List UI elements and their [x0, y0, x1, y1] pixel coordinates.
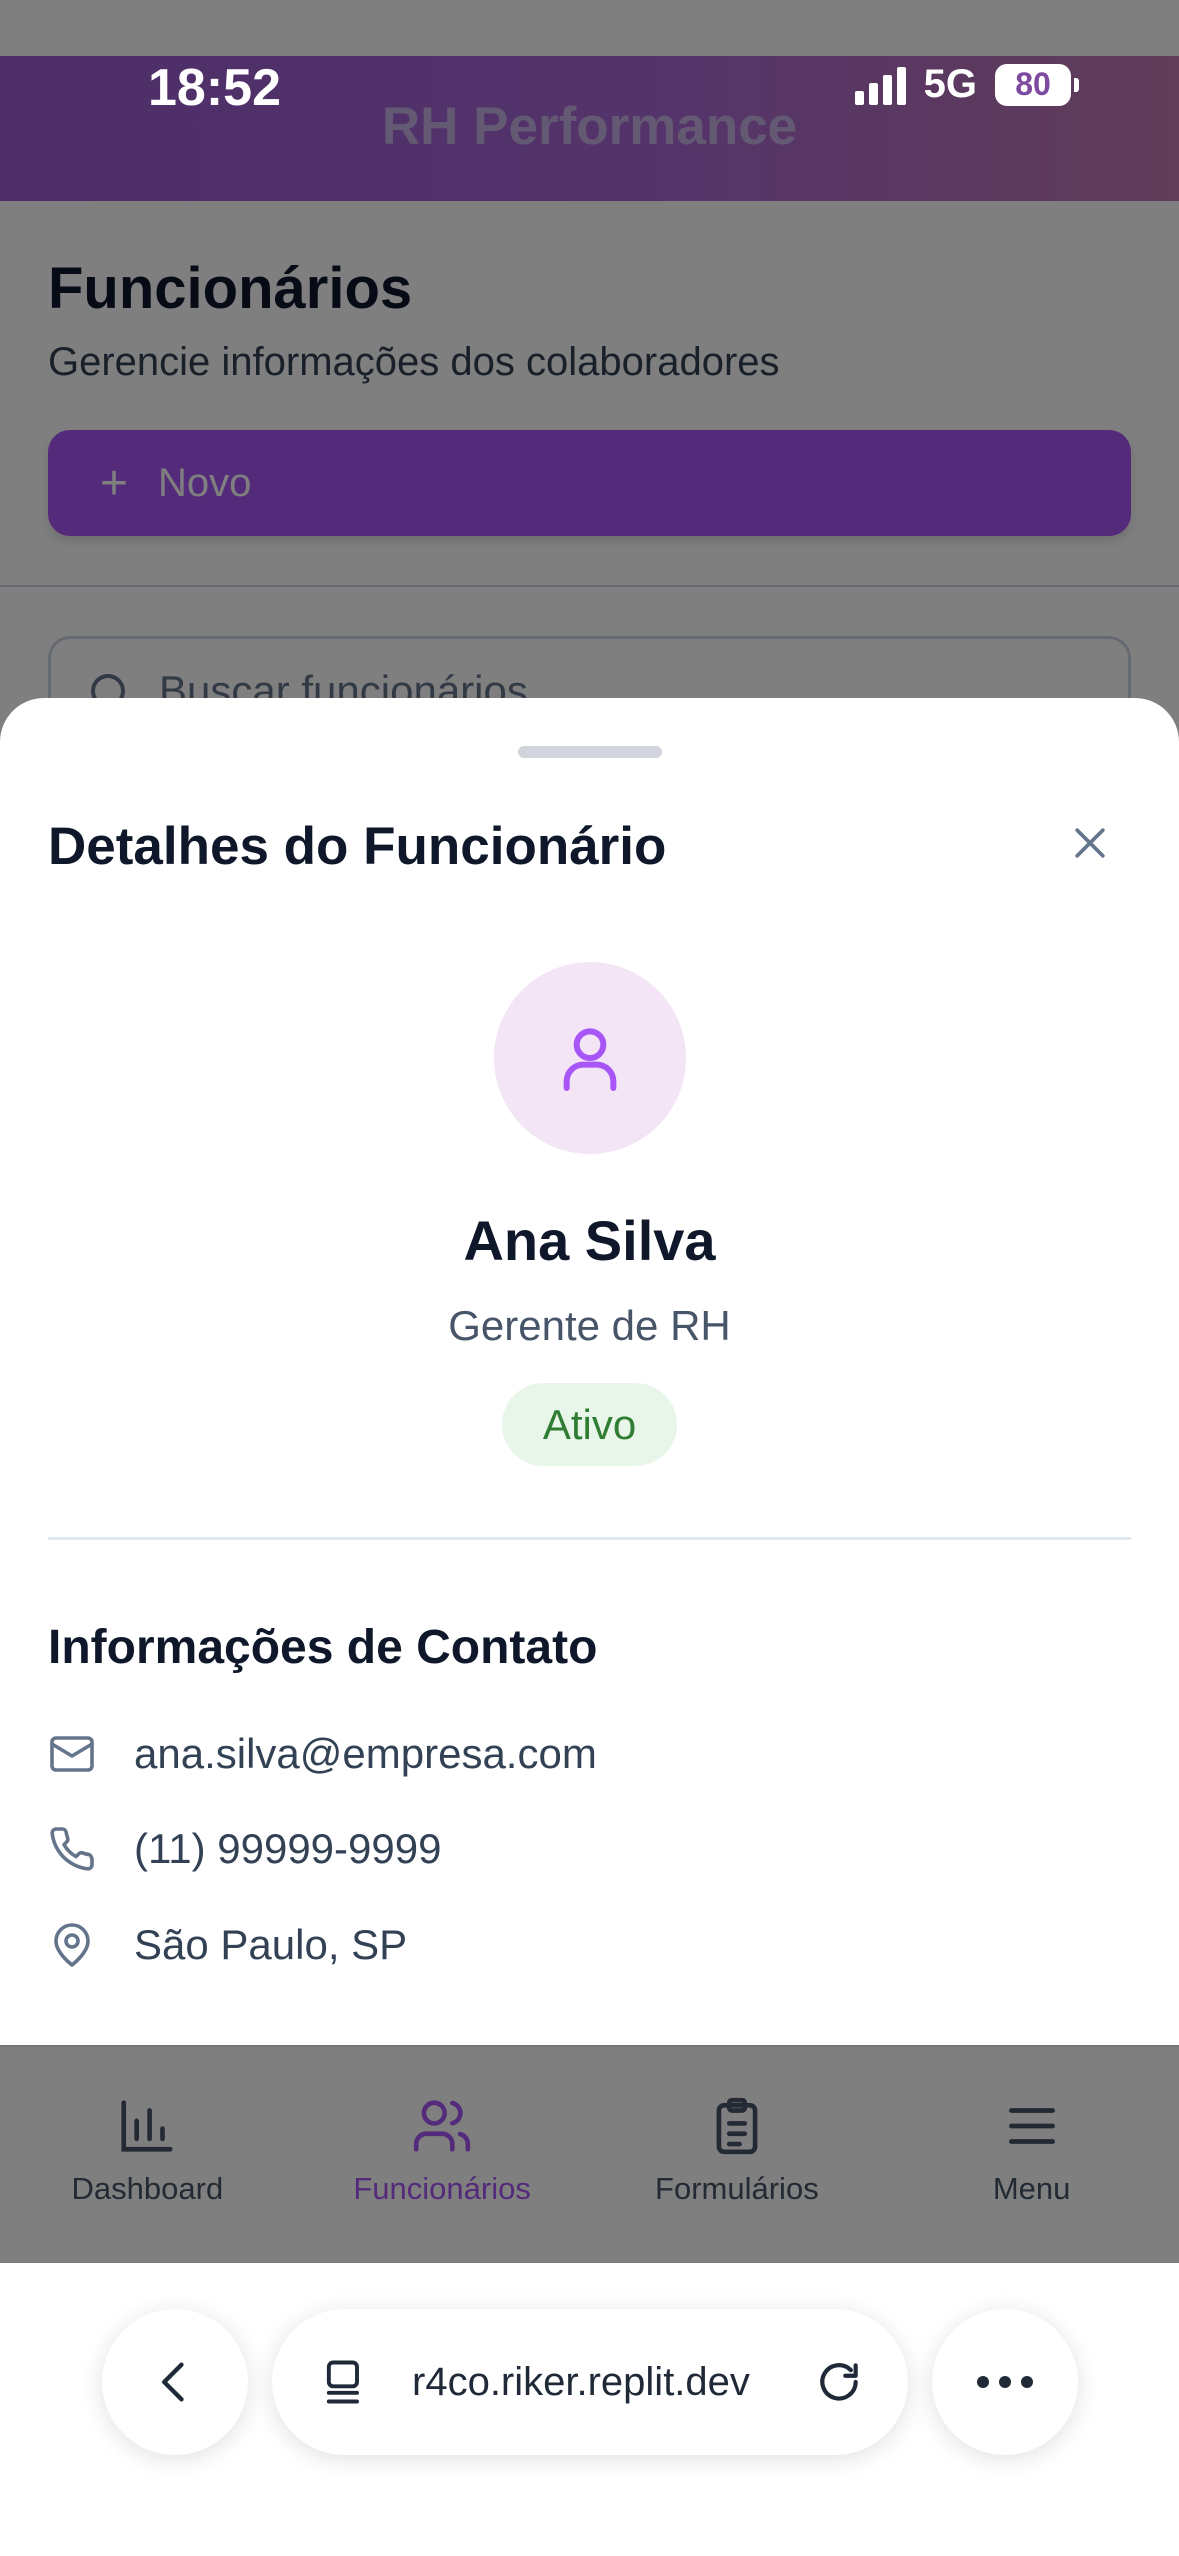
sheet-title: Detalhes do Funcionário	[48, 817, 667, 876]
email-value: ana.silva@empresa.com	[134, 1730, 597, 1777]
location-value: São Paulo, SP	[134, 1921, 408, 1968]
phone-icon	[50, 1827, 94, 1871]
address-bar[interactable]: r4co.riker.replit.dev	[272, 2309, 908, 2455]
close-button[interactable]	[1060, 813, 1120, 873]
more-options-button[interactable]	[932, 2309, 1078, 2455]
status-time: 18:52	[148, 59, 281, 117]
browser-toolbar: r4co.riker.replit.dev	[0, 2263, 1179, 2556]
reload-icon[interactable]	[814, 2357, 864, 2407]
contact-email[interactable]: ana.silva@empresa.com	[48, 1730, 597, 1778]
employee-details-sheet: Detalhes do Funcionário Ana Silva Gerent…	[0, 698, 1179, 2045]
contact-phone[interactable]: (11) 99999-9999	[48, 1825, 441, 1873]
ellipsis-icon	[977, 2376, 1033, 2388]
battery-level: 80	[995, 63, 1071, 106]
phone-value: (11) 99999-9999	[134, 1825, 442, 1872]
network-label: 5G	[923, 62, 977, 106]
sheet-drag-handle[interactable]	[518, 746, 662, 758]
battery-icon: 80	[995, 63, 1079, 106]
back-button[interactable]	[102, 2309, 248, 2455]
user-icon	[563, 1028, 617, 1091]
contact-section-title: Informações de Contato	[48, 1621, 598, 1674]
tab-overview-icon	[326, 2360, 359, 2404]
mail-icon	[50, 1736, 94, 1772]
employee-role: Gerente de RH	[448, 1302, 731, 1349]
map-pin-icon	[54, 1923, 90, 1967]
contact-location: São Paulo, SP	[48, 1921, 407, 1969]
employee-name: Ana Silva	[463, 1209, 716, 1272]
status-badge: Ativo	[502, 1383, 677, 1466]
chevron-left-icon	[162, 2362, 184, 2402]
url-text: r4co.riker.replit.dev	[412, 2359, 750, 2404]
signal-icon	[854, 65, 906, 105]
close-icon	[1075, 828, 1105, 858]
divider	[48, 1537, 1131, 1540]
avatar	[494, 962, 686, 1154]
status-indicators: 5G 80	[854, 62, 1079, 107]
